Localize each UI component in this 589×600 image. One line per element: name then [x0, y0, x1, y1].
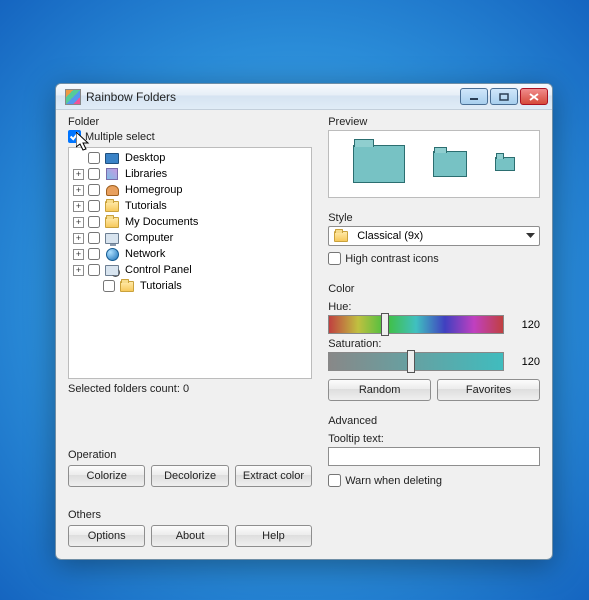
minimize-button[interactable] — [460, 88, 488, 105]
tree-node[interactable]: + Network — [69, 246, 311, 262]
hue-slider[interactable] — [328, 315, 504, 334]
expand-icon[interactable]: + — [73, 249, 84, 260]
tree-node-checkbox[interactable] — [103, 280, 115, 292]
cpanel-icon — [105, 265, 119, 276]
multiple-select-label: Multiple select — [85, 131, 155, 143]
homegroup-icon — [106, 185, 119, 196]
tooltip-label: Tooltip text: — [328, 433, 540, 445]
tree-node[interactable]: + Control Panel — [69, 262, 311, 278]
color-legend: Color — [328, 283, 540, 297]
favorites-button[interactable]: Favorites — [437, 379, 540, 401]
tree-node-checkbox[interactable] — [88, 200, 100, 212]
expand-icon[interactable]: + — [73, 201, 84, 212]
tree-node-label: My Documents — [125, 216, 198, 228]
desktop-icon — [105, 153, 119, 164]
tree-node-checkbox[interactable] — [88, 152, 100, 164]
preview-folder-large-icon — [353, 145, 405, 183]
tree-node[interactable]: + Homegroup — [69, 182, 311, 198]
style-legend: Style — [328, 212, 540, 226]
saturation-value: 120 — [512, 356, 540, 368]
saturation-slider[interactable] — [328, 352, 504, 371]
random-button[interactable]: Random — [328, 379, 431, 401]
tree-node-checkbox[interactable] — [88, 232, 100, 244]
advanced-legend: Advanced — [328, 415, 540, 429]
multiple-select-checkbox[interactable]: Multiple select — [68, 130, 312, 143]
maximize-button[interactable] — [490, 88, 518, 105]
folder-icon — [105, 217, 119, 228]
operation-legend: Operation — [68, 449, 312, 463]
tooltip-input[interactable] — [328, 447, 540, 466]
tree-node-label: Tutorials — [140, 280, 182, 292]
tree-node-label: Tutorials — [125, 200, 167, 212]
hue-label: Hue: — [328, 301, 540, 313]
hue-slider-thumb[interactable] — [381, 313, 389, 336]
folder-tree[interactable]: Desktop + Libraries + Homegroup + Tutorials + My… — [68, 147, 312, 379]
tree-node-label: Control Panel — [125, 264, 192, 276]
saturation-label: Saturation: — [328, 338, 540, 350]
others-legend: Others — [68, 509, 312, 523]
app-icon — [65, 89, 81, 105]
preview-legend: Preview — [328, 116, 540, 130]
tree-node-label: Computer — [125, 232, 173, 244]
libraries-icon — [106, 168, 118, 180]
folder-legend: Folder — [68, 116, 312, 130]
preview-folder-medium-icon — [433, 151, 467, 177]
extract-color-button[interactable]: Extract color — [235, 465, 312, 487]
tree-node[interactable]: + Libraries — [69, 166, 311, 182]
tree-node-label: Homegroup — [125, 184, 182, 196]
computer-icon — [105, 233, 119, 244]
folder-icon — [120, 281, 134, 292]
warn-delete-label: Warn when deleting — [345, 475, 442, 487]
network-icon — [106, 248, 119, 261]
high-contrast-label: High contrast icons — [345, 253, 439, 265]
tree-node-label: Desktop — [125, 152, 165, 164]
tree-node[interactable]: + My Documents — [69, 214, 311, 230]
tree-node[interactable]: + Computer — [69, 230, 311, 246]
tree-node-checkbox[interactable] — [88, 248, 100, 260]
help-button[interactable]: Help — [235, 525, 312, 547]
tree-node-checkbox[interactable] — [88, 168, 100, 180]
colorize-button[interactable]: Colorize — [68, 465, 145, 487]
tree-node[interactable]: Desktop — [69, 150, 311, 166]
high-contrast-checkbox[interactable]: High contrast icons — [328, 252, 540, 265]
tree-node[interactable]: + Tutorials — [69, 198, 311, 214]
window-title: Rainbow Folders — [86, 90, 460, 104]
expand-icon[interactable]: + — [73, 185, 84, 196]
chevron-down-icon — [526, 230, 535, 242]
tree-node[interactable]: Tutorials — [69, 278, 311, 294]
tree-node-checkbox[interactable] — [88, 184, 100, 196]
app-window: Rainbow Folders Folder Multiple select — [55, 83, 553, 560]
expand-icon[interactable]: + — [73, 217, 84, 228]
tree-node-label: Network — [125, 248, 165, 260]
expand-icon[interactable]: + — [73, 265, 84, 276]
selected-count: Selected folders count: 0 — [68, 383, 312, 395]
preview-box — [328, 130, 540, 198]
folder-icon — [105, 201, 119, 212]
hue-value: 120 — [512, 319, 540, 331]
tree-node-label: Libraries — [125, 168, 167, 180]
tree-node-checkbox[interactable] — [88, 264, 100, 276]
warn-delete-checkbox[interactable]: Warn when deleting — [328, 474, 540, 487]
options-button[interactable]: Options — [68, 525, 145, 547]
style-selected-label: Classical (9x) — [357, 230, 423, 242]
close-button[interactable] — [520, 88, 548, 105]
style-select[interactable]: Classical (9x) — [328, 226, 540, 246]
about-button[interactable]: About — [151, 525, 228, 547]
decolorize-button[interactable]: Decolorize — [151, 465, 228, 487]
title-bar[interactable]: Rainbow Folders — [56, 84, 552, 110]
expand-icon[interactable]: + — [73, 233, 84, 244]
expand-icon[interactable]: + — [73, 169, 84, 180]
folder-icon — [334, 231, 348, 242]
saturation-slider-thumb[interactable] — [407, 350, 415, 373]
tree-node-checkbox[interactable] — [88, 216, 100, 228]
preview-folder-small-icon — [495, 157, 515, 171]
